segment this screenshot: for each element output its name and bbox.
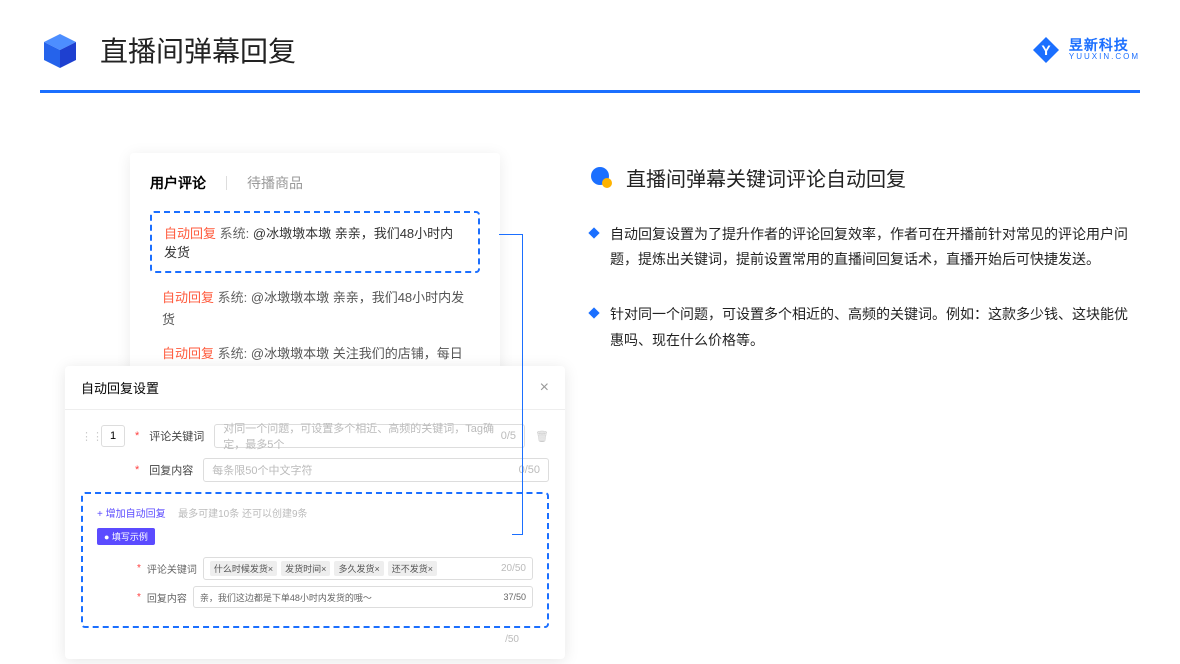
- content-label: 回复内容: [149, 462, 193, 478]
- connector-line: [499, 234, 523, 534]
- example-badge: ● 填写示例: [97, 528, 155, 545]
- content-input[interactable]: 每条限50个中文字符 0/50: [203, 458, 549, 482]
- tab-user-comments[interactable]: 用户评论: [150, 173, 206, 193]
- tab-pending-products[interactable]: 待播商品: [247, 173, 303, 193]
- add-rule-button[interactable]: + 增加自动回复: [97, 509, 166, 520]
- keyword-input[interactable]: 对同一个问题，可设置多个相近、高频的关键词，Tag确定，最多5个 0/5: [214, 424, 525, 448]
- close-icon[interactable]: ×: [540, 379, 549, 397]
- example-section: + 增加自动回复 最多可建10条 还可以创建9条 ● 填写示例 * 评论关键词 …: [81, 492, 549, 628]
- section-title: 直播间弹幕关键词评论自动回复: [626, 163, 906, 192]
- svg-text:Y: Y: [1041, 42, 1051, 58]
- example-keyword-input[interactable]: 什么时候发货× 发货时间× 多久发货× 还不发货× 20/50: [203, 557, 533, 580]
- keyword-label: 评论关键词: [149, 428, 204, 444]
- auto-reply-settings-dialog: 自动回复设置 × ⋮⋮ 1 * 评论关键词 对同一个问题，可设置多个相近、高频的…: [65, 366, 565, 659]
- drag-handle-icon[interactable]: ⋮⋮: [81, 430, 91, 443]
- logo-icon: Y: [1031, 35, 1061, 65]
- highlighted-message: 自动回复 系统: @冰墩墩本墩 亲亲，我们48小时内发货: [150, 211, 480, 273]
- connector-line: [512, 534, 523, 535]
- chat-bubble-icon: [590, 166, 614, 190]
- example-content-input[interactable]: 亲，我们这边都是下单48小时内发货的哦～ 37/50: [193, 586, 533, 608]
- dialog-title: 自动回复设置: [81, 378, 159, 397]
- cube-icon: [40, 30, 80, 70]
- page-title: 直播间弹幕回复: [100, 30, 296, 70]
- rule-number: 1: [101, 425, 125, 447]
- bullet-text: 针对同一个问题，可设置多个相近的、高频的关键词。例如：这款多少钱、这块能优惠吗、…: [610, 302, 1140, 352]
- message-item: 自动回复 系统: @冰墩墩本墩 亲亲，我们48小时内发货: [150, 287, 480, 343]
- bullet-text: 自动回复设置为了提升作者的评论回复效率，作者可在开播前针对常见的评论用户问题，提…: [610, 222, 1140, 272]
- trailing-counter: /50: [81, 628, 549, 645]
- trash-icon[interactable]: 🗑: [535, 430, 549, 443]
- diamond-bullet-icon: [588, 227, 599, 238]
- diamond-bullet-icon: [588, 308, 599, 319]
- brand-logo: Y 昱新科技 YUUXIN.COM: [1031, 35, 1140, 65]
